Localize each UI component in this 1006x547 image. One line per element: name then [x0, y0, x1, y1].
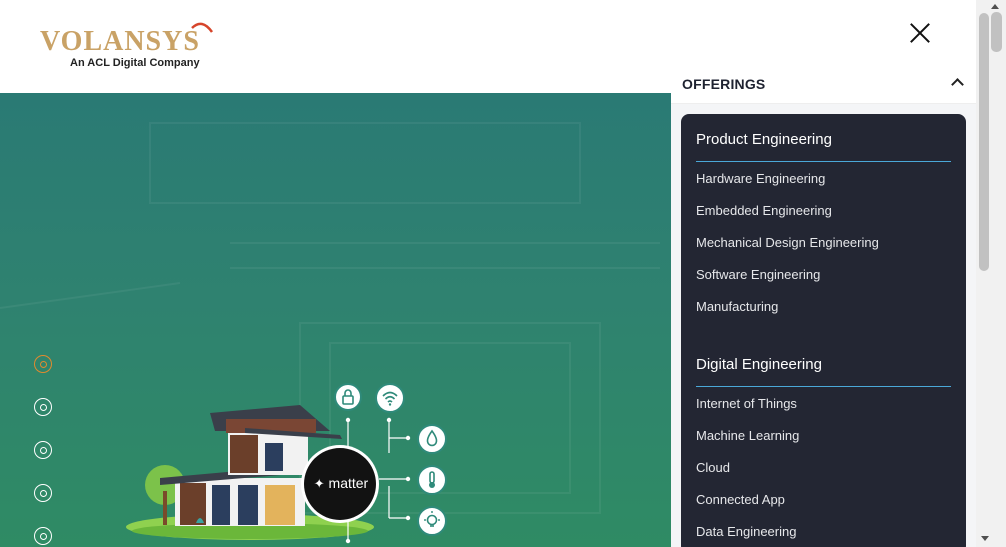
- wifi-icon: [375, 383, 405, 413]
- slider-dot-5[interactable]: [34, 527, 52, 545]
- scroll-down-arrow-icon[interactable]: [981, 536, 989, 541]
- menu-item-hardware-engineering[interactable]: Hardware Engineering: [696, 171, 951, 187]
- light-bulb-icon: [417, 506, 447, 536]
- section-digital-engineering: Digital Engineering Internet of Things M…: [696, 356, 951, 540]
- logo-wordmark: VOLANSYS: [40, 26, 200, 57]
- navigation-drawer: OFFERINGS Product Engineering Hardware E…: [671, 0, 976, 547]
- matter-logo-icon: ✦: [313, 476, 325, 491]
- hero-slider-dots: [34, 355, 52, 547]
- logo-swoosh-icon: [191, 22, 214, 33]
- menu-item-internet-of-things[interactable]: Internet of Things: [696, 396, 951, 412]
- page-scrollbar[interactable]: [976, 0, 1006, 547]
- section-title[interactable]: Product Engineering: [696, 131, 951, 162]
- section-title[interactable]: Digital Engineering: [696, 356, 951, 387]
- matter-badge-label: matter: [328, 475, 369, 491]
- offerings-menu-panel: Product Engineering Hardware Engineering…: [681, 114, 966, 547]
- menu-item-mechanical-design-engineering[interactable]: Mechanical Design Engineering: [696, 235, 951, 251]
- slider-dot-1[interactable]: [34, 355, 52, 373]
- slider-dot-4[interactable]: [34, 484, 52, 502]
- menu-item-manufacturing[interactable]: Manufacturing: [696, 299, 951, 315]
- menu-item-software-engineering[interactable]: Software Engineering: [696, 267, 951, 283]
- offerings-title: OFFERINGS: [682, 76, 766, 92]
- thermometer-icon: [417, 465, 447, 495]
- offerings-accordion-header[interactable]: OFFERINGS: [671, 64, 976, 104]
- menu-item-cloud[interactable]: Cloud: [696, 460, 951, 476]
- menu-item-data-engineering[interactable]: Data Engineering: [696, 524, 951, 540]
- volansys-logo[interactable]: VOLANSYS An ACL Digital Company: [40, 22, 215, 72]
- slider-dot-2[interactable]: [34, 398, 52, 416]
- scrollbar-thumb[interactable]: [979, 13, 989, 271]
- menu-item-embedded-engineering[interactable]: Embedded Engineering: [696, 203, 951, 219]
- water-drop-icon: [417, 424, 447, 454]
- menu-item-connected-app[interactable]: Connected App: [696, 492, 951, 508]
- site-header: VOLANSYS An ACL Digital Company: [0, 0, 671, 93]
- section-product-engineering: Product Engineering Hardware Engineering…: [696, 131, 951, 315]
- menu-item-machine-learning[interactable]: Machine Learning: [696, 428, 951, 444]
- close-menu-button[interactable]: [907, 20, 933, 46]
- hero-banner: ✦ matter: [0, 93, 671, 547]
- outer-scrollbar-thumb[interactable]: [991, 12, 1002, 52]
- logo-tagline: An ACL Digital Company: [70, 57, 200, 69]
- slider-dot-3[interactable]: [34, 441, 52, 459]
- scroll-up-arrow-icon[interactable]: [991, 4, 999, 9]
- lock-icon: [334, 383, 362, 411]
- matter-badge: ✦ matter: [306, 475, 376, 492]
- chevron-up-icon[interactable]: [951, 78, 964, 91]
